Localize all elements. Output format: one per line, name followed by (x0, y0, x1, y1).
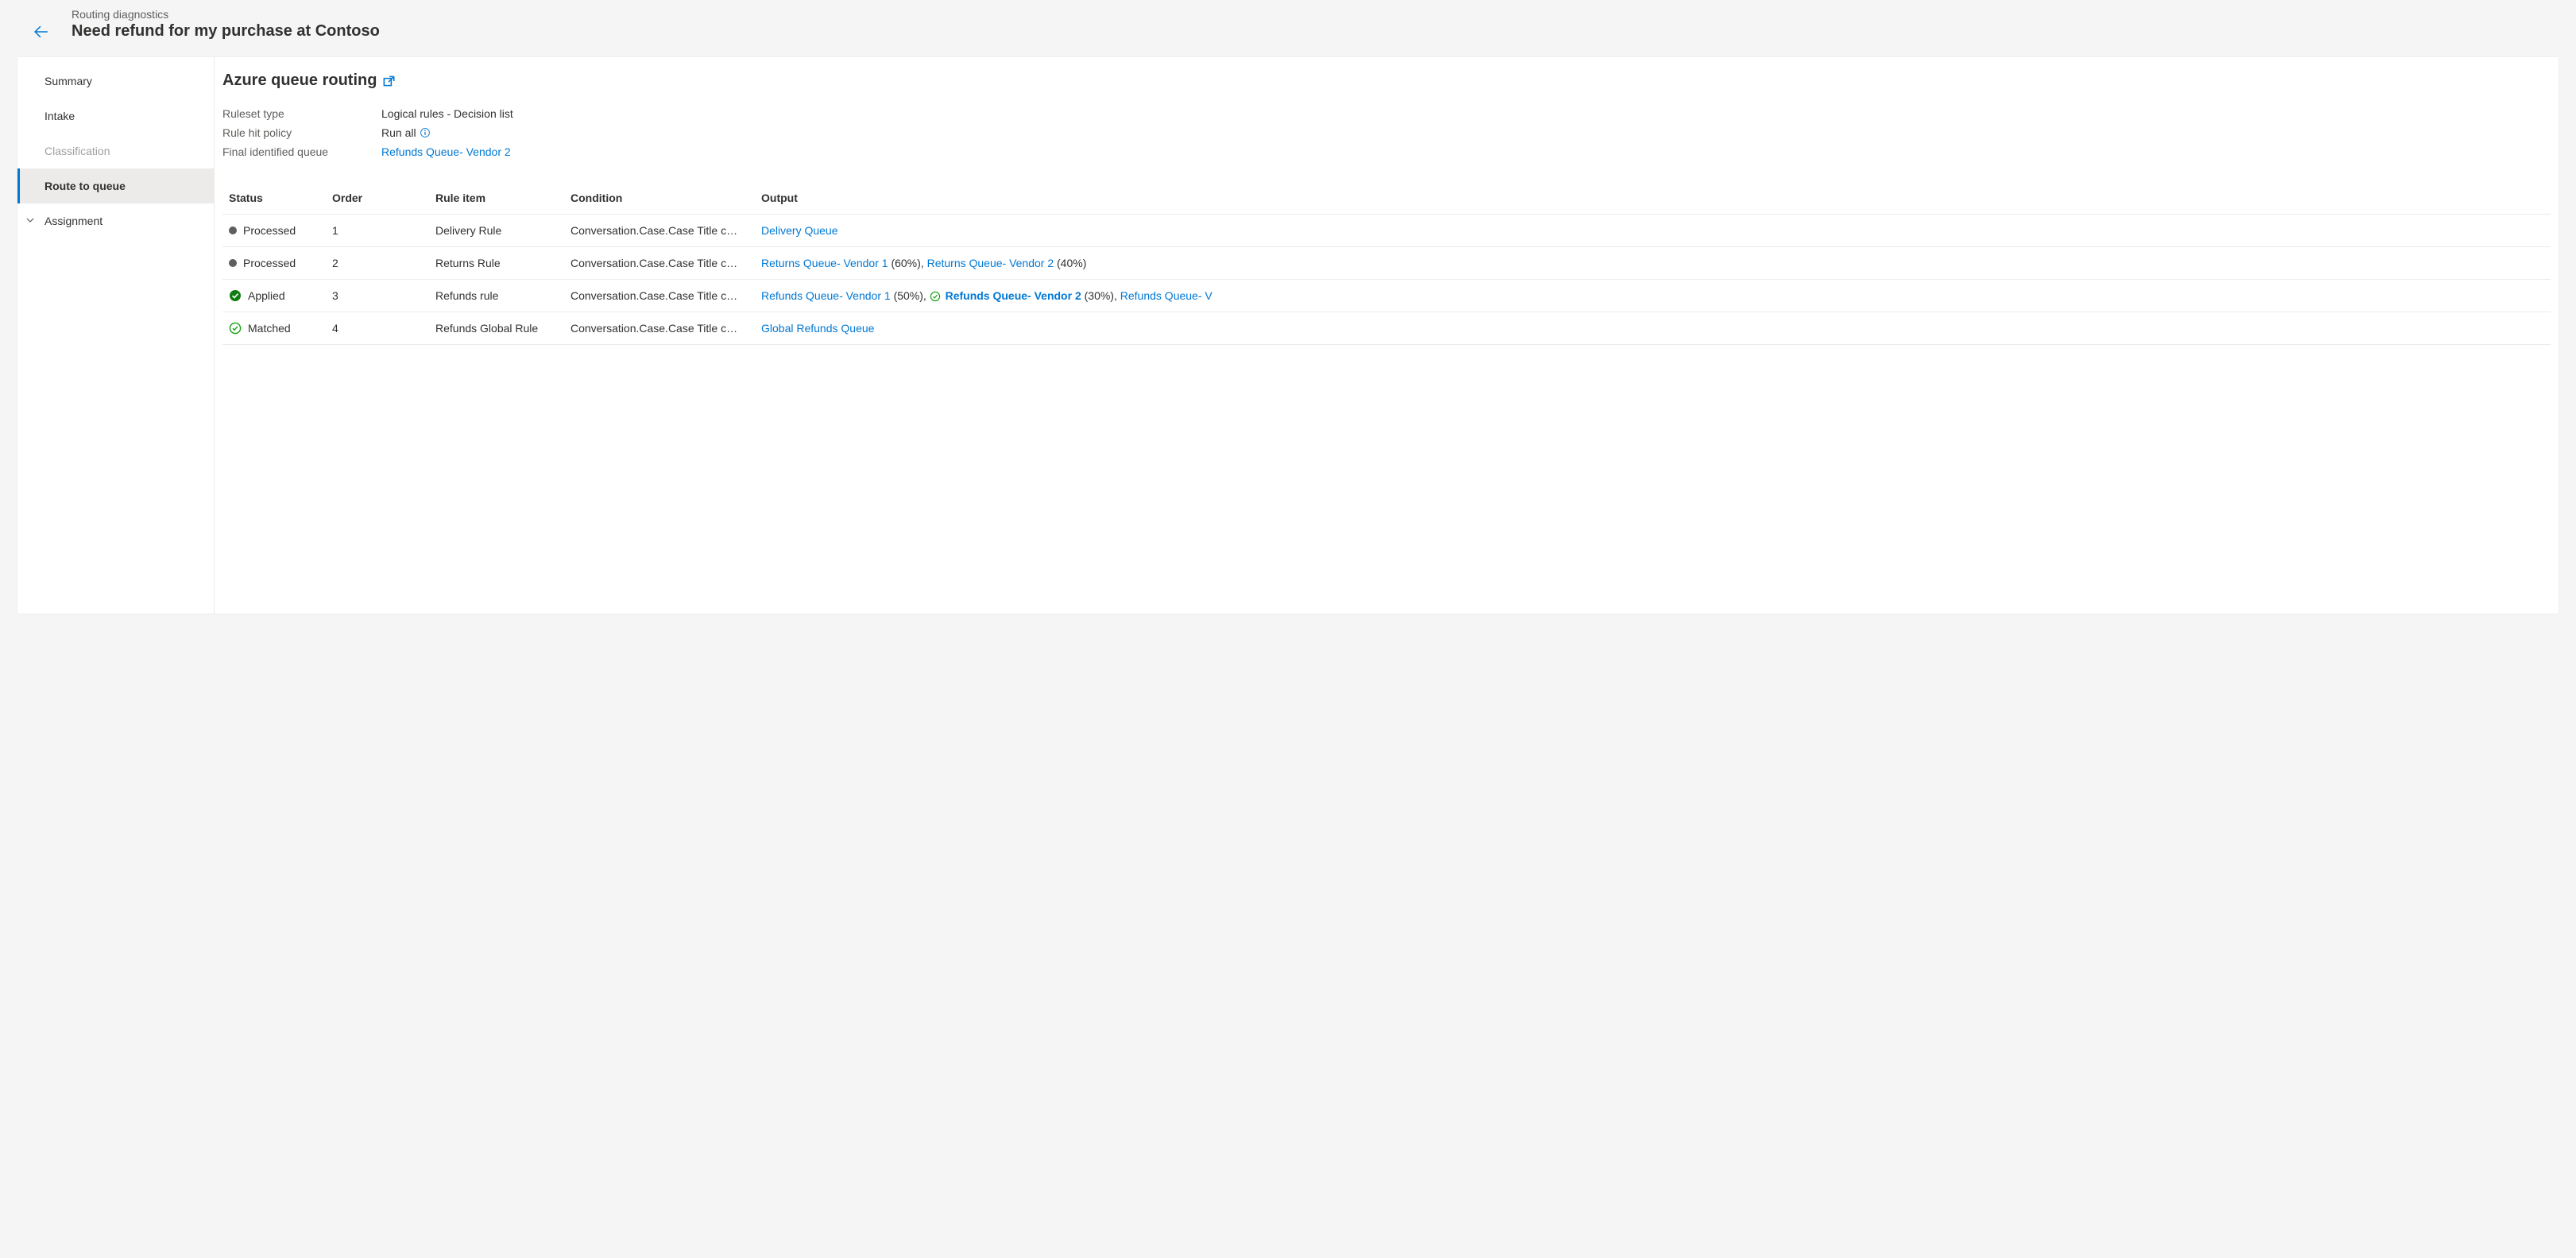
meta-row-final-queue: Final identified queue Refunds Queue- Ve… (222, 142, 2551, 161)
meta-rows: Ruleset type Logical rules - Decision li… (222, 104, 2551, 161)
separator: , (923, 289, 930, 302)
meta-value: Logical rules - Decision list (381, 107, 513, 120)
main-content: Azure queue routing Ruleset type Logical… (215, 57, 2559, 614)
output-pct: (50%) (894, 289, 923, 302)
order-cell: 4 (326, 312, 429, 345)
output-queue-link[interactable]: Refunds Queue- V (1120, 289, 1213, 302)
table-row[interactable]: Processed 1Delivery RuleConversation.Case… (222, 215, 2551, 247)
output-pct: (40%) (1057, 257, 1086, 269)
sidebar-item-label: Summary (44, 75, 92, 87)
order-cell: 2 (326, 247, 429, 280)
sidebar: Summary Intake Classification Route to queu… (17, 57, 215, 614)
status-cell: Processed (229, 257, 319, 269)
meta-value: Run all (381, 126, 431, 139)
sidebar-item-assignment[interactable]: Assignment (17, 203, 214, 238)
meta-label: Ruleset type (222, 107, 381, 120)
rule-item-cell: Refunds Global Rule (429, 312, 564, 345)
status-label: Matched (248, 322, 291, 335)
page-title: Need refund for my purchase at Contoso (72, 22, 380, 41)
order-cell: 1 (326, 215, 429, 247)
status-processed-icon (229, 259, 237, 267)
condition-cell: Conversation.Case.Case Title c… (564, 215, 755, 247)
status-matched-icon (229, 322, 242, 335)
back-button[interactable] (22, 13, 60, 51)
sidebar-item-summary[interactable]: Summary (17, 64, 214, 99)
table-row[interactable]: Applied 3Refunds ruleConversation.Case.Ca… (222, 280, 2551, 312)
main-heading: Azure queue routing (222, 72, 2551, 90)
output-pct: (30%) (1085, 289, 1114, 302)
output-queue-link[interactable]: Returns Queue- Vendor 1 (761, 257, 888, 269)
meta-value-text: Run all (381, 126, 416, 139)
rule-item-cell: Returns Rule (429, 247, 564, 280)
order-cell: 3 (326, 280, 429, 312)
final-queue-link[interactable]: Refunds Queue- Vendor 2 (381, 145, 511, 158)
output-queue-link[interactable]: Returns Queue- Vendor 2 (927, 257, 1054, 269)
chevron-down-icon (25, 215, 35, 227)
output-queue-link[interactable]: Global Refunds Queue (761, 322, 874, 335)
table-row[interactable]: Processed 2Returns RuleConversation.Case.… (222, 247, 2551, 280)
open-in-new-window-button[interactable] (381, 74, 396, 88)
meta-row-rule-hit-policy: Rule hit policy Run all (222, 123, 2551, 142)
rule-item-cell: Refunds rule (429, 280, 564, 312)
col-header-output[interactable]: Output (755, 184, 2551, 215)
table-header-row: Status Order Rule item Condition Output (222, 184, 2551, 215)
output-cell: Delivery Queue (755, 215, 2551, 247)
sidebar-item-classification: Classification (17, 134, 214, 168)
header: Routing diagnostics Need refund for my p… (0, 0, 2576, 57)
col-header-rule-item[interactable]: Rule item (429, 184, 564, 215)
sidebar-item-label: Intake (44, 110, 75, 122)
status-label: Processed (243, 224, 296, 237)
output-queue-link[interactable]: Refunds Queue- Vendor 2 (946, 289, 1081, 302)
main-heading-text: Azure queue routing (222, 72, 377, 90)
header-text: Routing diagnostics Need refund for my p… (72, 8, 380, 41)
status-processed-icon (229, 226, 237, 234)
status-label: Applied (248, 289, 285, 302)
output-cell: Refunds Queue- Vendor 1 (50%), Refunds Q… (755, 280, 2551, 312)
sidebar-item-label: Route to queue (44, 180, 126, 192)
sidebar-item-label: Assignment (44, 215, 102, 227)
output-cell: Global Refunds Queue (755, 312, 2551, 345)
table-row[interactable]: Matched 4Refunds Global RuleConversation.… (222, 312, 2551, 345)
arrow-left-icon (34, 25, 48, 39)
popout-icon (381, 74, 396, 88)
meta-label: Rule hit policy (222, 126, 381, 139)
info-icon[interactable] (420, 127, 431, 138)
output-queue-link[interactable]: Refunds Queue- Vendor 1 (761, 289, 891, 302)
status-applied-icon (229, 289, 242, 302)
sidebar-item-route-to-queue[interactable]: Route to queue (17, 168, 214, 203)
sidebar-item-intake[interactable]: Intake (17, 99, 214, 134)
rules-table: Status Order Rule item Condition Output … (222, 184, 2551, 345)
output-pct: (60%) (891, 257, 920, 269)
separator: , (1114, 289, 1120, 302)
output-cell: Returns Queue- Vendor 1 (60%), Returns Q… (755, 247, 2551, 280)
check-circle-icon (930, 291, 941, 302)
condition-cell: Conversation.Case.Case Title c… (564, 280, 755, 312)
meta-row-ruleset-type: Ruleset type Logical rules - Decision li… (222, 104, 2551, 123)
col-header-status[interactable]: Status (222, 184, 326, 215)
col-header-order[interactable]: Order (326, 184, 429, 215)
breadcrumb[interactable]: Routing diagnostics (72, 8, 380, 21)
meta-label: Final identified queue (222, 145, 381, 158)
status-cell: Applied (229, 289, 319, 302)
condition-cell: Conversation.Case.Case Title c… (564, 312, 755, 345)
sidebar-item-label: Classification (44, 145, 110, 157)
status-cell: Matched (229, 322, 319, 335)
output-queue-link[interactable]: Delivery Queue (761, 224, 838, 237)
status-label: Processed (243, 257, 296, 269)
separator: , (921, 257, 927, 269)
condition-cell: Conversation.Case.Case Title c… (564, 247, 755, 280)
rule-item-cell: Delivery Rule (429, 215, 564, 247)
status-cell: Processed (229, 224, 319, 237)
panel: Summary Intake Classification Route to queu… (17, 57, 2559, 614)
col-header-condition[interactable]: Condition (564, 184, 755, 215)
